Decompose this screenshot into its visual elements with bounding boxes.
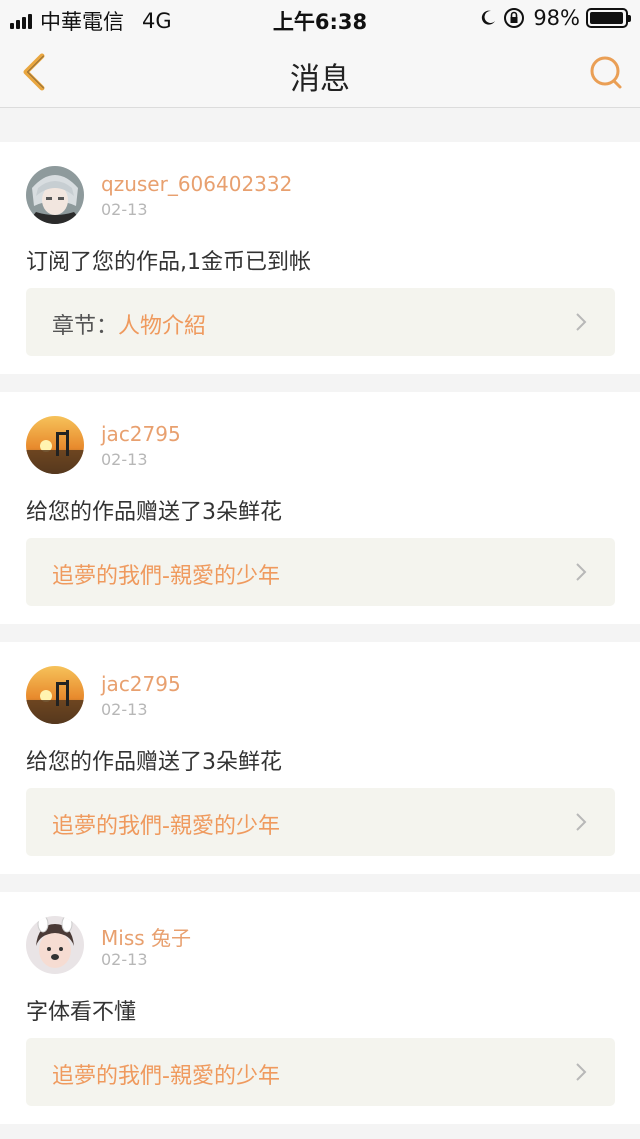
message-date: 02-13 <box>101 700 148 719</box>
moon-icon <box>482 10 496 25</box>
work-link-text: 章节：人物介紹 <box>52 308 206 340</box>
work-link[interactable]: 追夢的我們-親愛的少年 <box>26 788 615 856</box>
battery-fill <box>590 12 624 24</box>
message-text: 字体看不懂 <box>26 1000 137 1025</box>
message-date: 02-13 <box>101 950 148 969</box>
work-link-title: 人物介紹 <box>118 314 207 339</box>
chevron-right-icon <box>576 313 587 331</box>
girl-avatar-image <box>26 916 84 974</box>
search-button[interactable] <box>586 52 626 92</box>
message-text: 给您的作品赠送了3朵鲜花 <box>26 500 282 525</box>
message-list: qzuser_606402332 02-13 订阅了您的作品,1金币已到帐 章节… <box>0 124 640 1124</box>
work-link-text: 追夢的我們-親愛的少年 <box>52 1058 280 1090</box>
work-link[interactable]: 追夢的我們-親愛的少年 <box>26 538 615 606</box>
work-link-title: 追夢的我們-親愛的少年 <box>52 1064 280 1089</box>
username[interactable]: Miss 兔子 <box>101 922 191 951</box>
message-text: 给您的作品赠送了3朵鲜花 <box>26 750 282 775</box>
work-link-text: 追夢的我們-親愛的少年 <box>52 558 280 590</box>
avatar[interactable] <box>26 916 84 974</box>
page-title: 消息 <box>290 62 350 97</box>
work-link[interactable]: 章节：人物介紹 <box>26 288 615 356</box>
work-link-title: 追夢的我們-親愛的少年 <box>52 814 280 839</box>
username[interactable]: jac2795 <box>101 672 181 696</box>
message-card: Miss 兔子 02-13 字体看不懂 追夢的我們-親愛的少年 <box>0 892 640 1124</box>
message-card: qzuser_606402332 02-13 订阅了您的作品,1金币已到帐 章节… <box>0 142 640 374</box>
sunset-avatar-image <box>26 666 84 724</box>
sunset-avatar-image <box>26 416 84 474</box>
message-card: jac2795 02-13 给您的作品赠送了3朵鲜花 追夢的我們-親愛的少年 <box>0 392 640 624</box>
chevron-right-icon <box>576 563 587 581</box>
message-text: 订阅了您的作品,1金币已到帐 <box>26 250 311 275</box>
status-right: 98% <box>479 6 631 30</box>
search-icon <box>590 56 622 89</box>
battery-percent: 98% <box>533 6 580 30</box>
username[interactable]: jac2795 <box>101 422 181 446</box>
username[interactable]: qzuser_606402332 <box>101 172 292 196</box>
work-link-text: 追夢的我們-親愛的少年 <box>52 808 280 840</box>
chevron-right-icon <box>576 1063 587 1081</box>
status-bar: 中華電信 4G 上午6:38 98% <box>0 0 640 36</box>
work-link-title: 追夢的我們-親愛的少年 <box>52 564 280 589</box>
avatar[interactable] <box>26 416 84 474</box>
battery-icon <box>586 8 631 28</box>
work-link-prefix: 章节： <box>52 314 119 339</box>
work-link[interactable]: 追夢的我們-親愛的少年 <box>26 1038 615 1106</box>
avatar[interactable] <box>26 166 84 224</box>
chevron-right-icon <box>576 813 587 831</box>
rotation-lock-icon <box>504 8 525 28</box>
message-date: 02-13 <box>101 200 148 219</box>
message-card: jac2795 02-13 给您的作品赠送了3朵鲜花 追夢的我們-親愛的少年 <box>0 642 640 874</box>
anime-avatar-image <box>26 166 84 224</box>
nav-bar: 消息 <box>0 36 640 108</box>
message-date: 02-13 <box>101 450 148 469</box>
avatar[interactable] <box>26 666 84 724</box>
